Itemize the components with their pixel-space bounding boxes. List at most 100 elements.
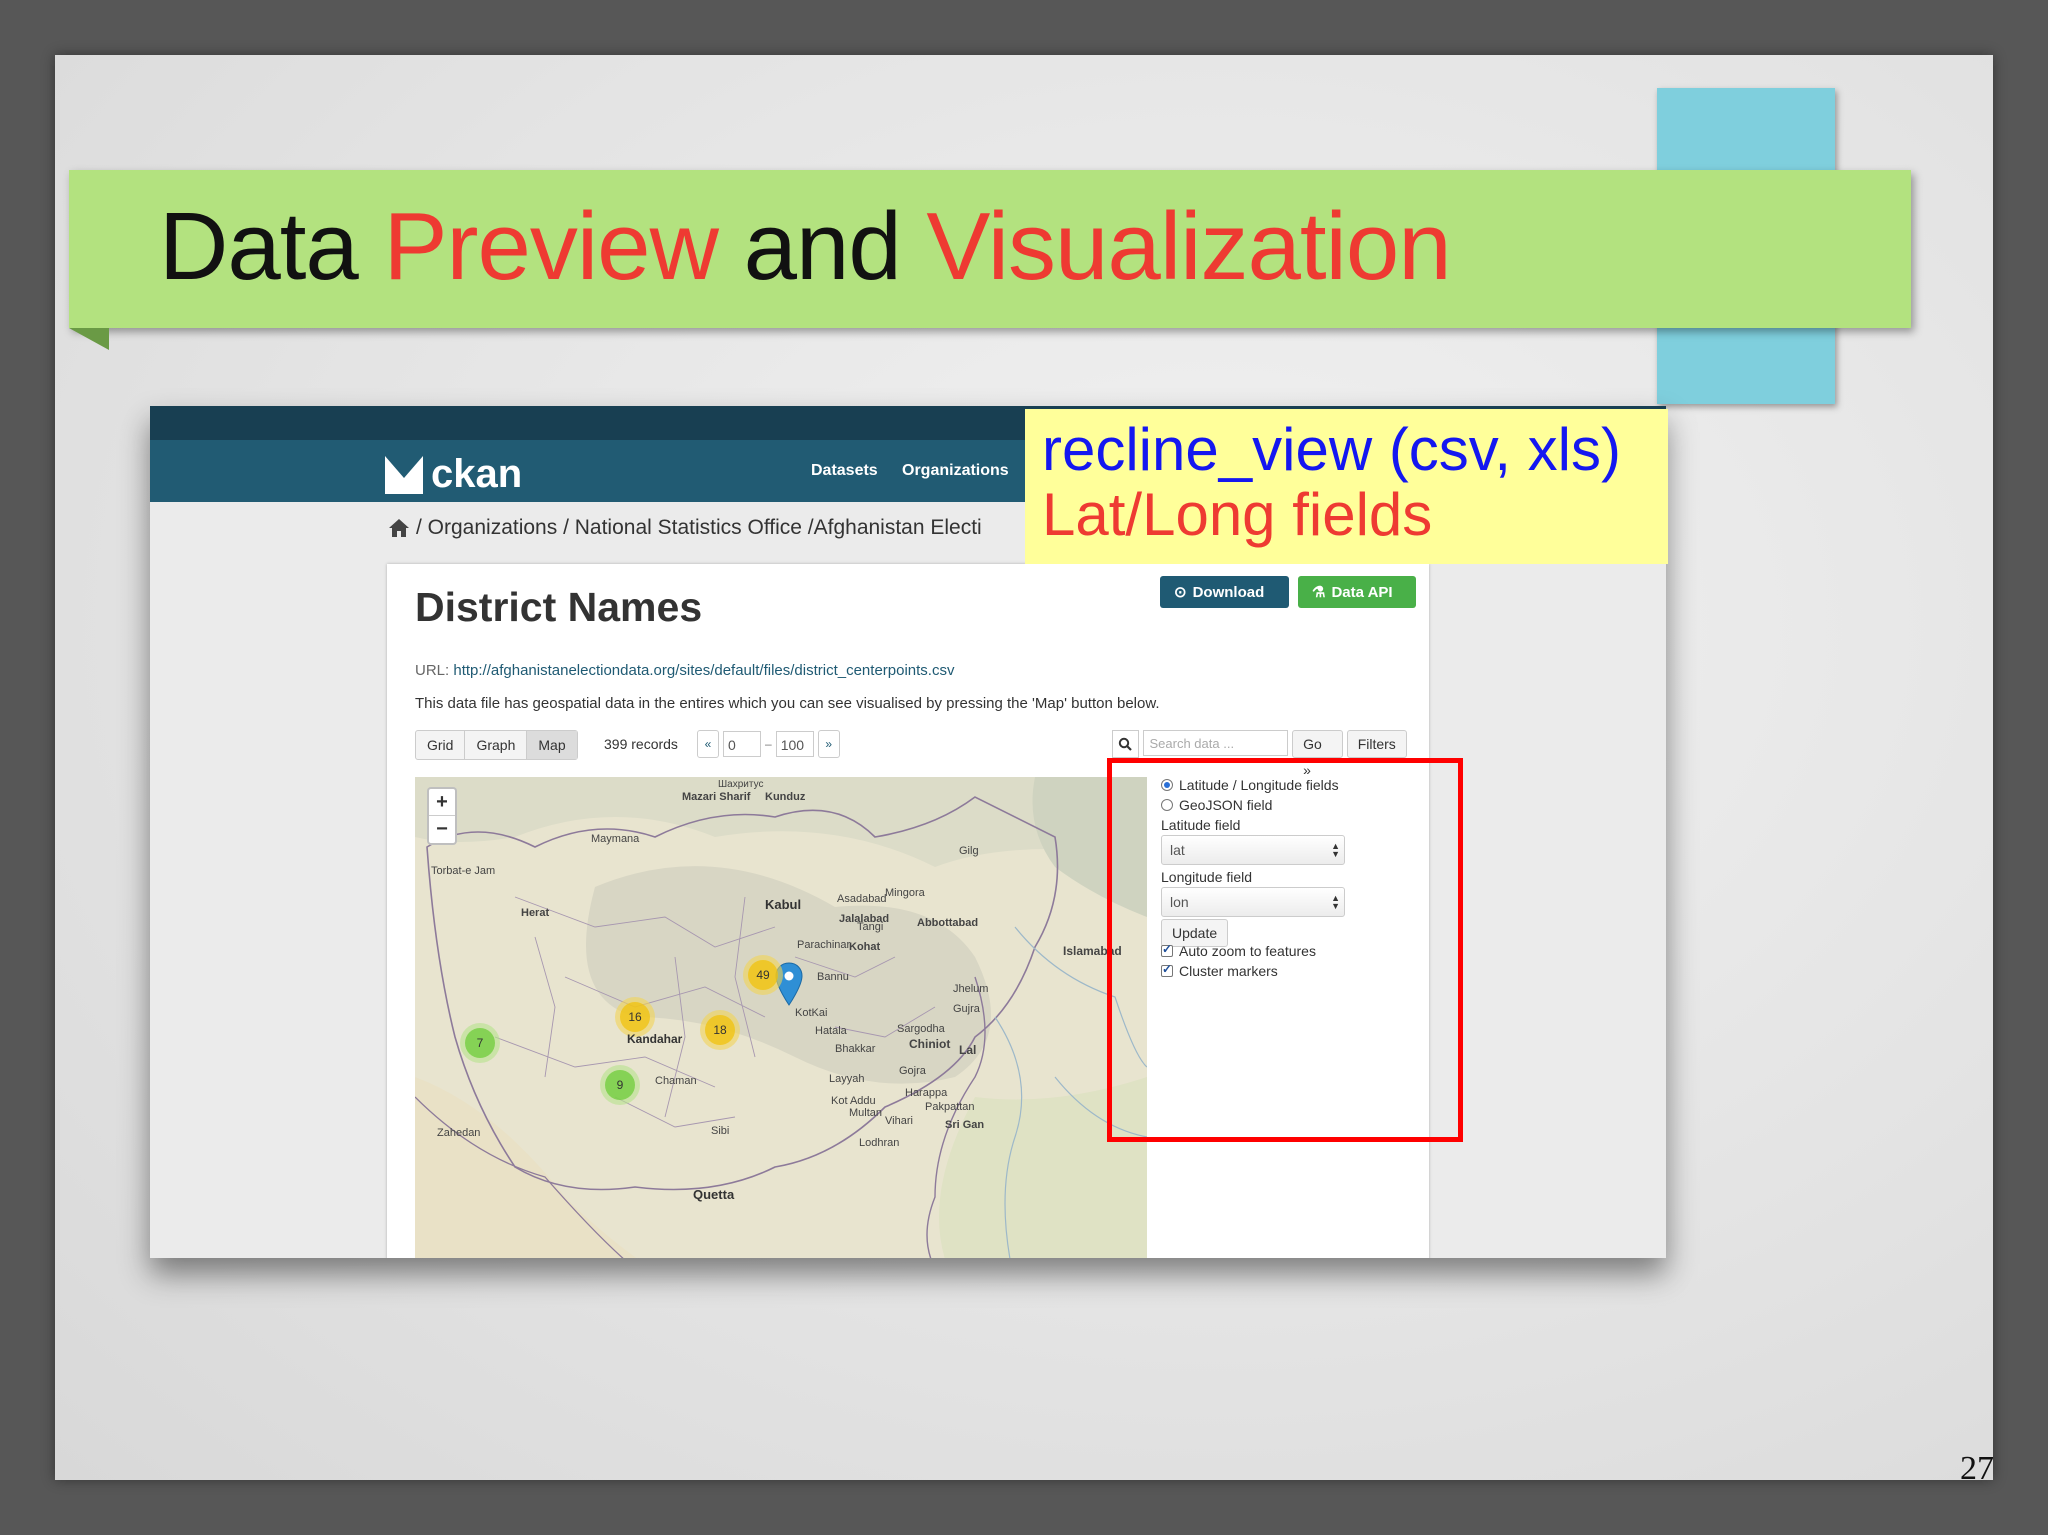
resource-url-link[interactable]: http://afghanistanelectiondata.org/sites… xyxy=(453,662,954,679)
title-word-data: Data xyxy=(159,193,359,300)
title-word-preview: Preview xyxy=(383,193,718,300)
map-cluster-count: 7 xyxy=(465,1028,495,1058)
place-label: Hatala xyxy=(815,1025,847,1037)
download-button[interactable]: ⊙ Download xyxy=(1160,576,1289,608)
map-cluster-count: 49 xyxy=(748,960,778,990)
place-label: Chiniot xyxy=(909,1037,951,1051)
place-label: Herat xyxy=(521,907,550,919)
place-label: Kohat xyxy=(849,941,881,953)
breadcrumb-path[interactable]: / Organizations / National Statistics Of… xyxy=(416,516,982,540)
view-map-button[interactable]: Map xyxy=(527,731,577,759)
record-count: 399 records xyxy=(604,736,678,752)
nav-datasets[interactable]: Datasets xyxy=(811,462,878,480)
place-label: Zahedan xyxy=(437,1127,481,1139)
annotation-note: recline_view (csv, xls) Lat/Long fields xyxy=(1025,409,1668,564)
ckan-logo-icon xyxy=(385,455,423,494)
map-view[interactable]: + − 49 16 18 7 9 Kabul Quetta Kandahar H… xyxy=(415,777,1147,1258)
place-label: Lodhran xyxy=(859,1137,900,1149)
place-label: Vihari xyxy=(885,1115,913,1127)
breadcrumb: / Organizations / National Statistics Of… xyxy=(388,516,982,540)
place-label: Harappa xyxy=(905,1087,948,1099)
place-label: Quetta xyxy=(693,1187,735,1202)
map-terrain xyxy=(415,777,1147,1258)
place-label: Asadabad xyxy=(837,893,887,905)
search-group: Search data ... Go » Filters xyxy=(1112,730,1407,778)
map-cluster-count: 16 xyxy=(620,1002,650,1032)
place-label: Mazari Sharif xyxy=(682,791,751,803)
pager: « 0 – 100 » xyxy=(697,730,840,758)
search-icon xyxy=(1112,730,1139,758)
place-label: Kunduz xyxy=(765,791,806,803)
place-label: Pakpattan xyxy=(925,1101,975,1113)
place-label: Mingora xyxy=(885,887,925,899)
view-switcher: Grid Graph Map xyxy=(415,730,578,760)
ckan-logo[interactable]: ckan xyxy=(385,452,522,497)
place-label: Parachinar xyxy=(797,939,851,951)
resource-description: This data file has geospatial data in th… xyxy=(415,695,1160,712)
zoom-out-button[interactable]: − xyxy=(429,816,455,842)
title-word-and: and xyxy=(743,193,902,300)
place-label: Tangi xyxy=(857,921,884,933)
pager-next-button[interactable]: » xyxy=(817,730,840,758)
place-label: Gojra xyxy=(899,1065,926,1077)
data-api-label: Data API xyxy=(1331,583,1393,601)
place-label: Sargodha xyxy=(897,1023,945,1035)
place-label: KotKai xyxy=(795,1007,828,1019)
view-grid-button[interactable]: Grid xyxy=(416,731,466,759)
url-label: URL: xyxy=(415,662,450,679)
slide-title: Data Preview and Visualization xyxy=(159,192,1452,302)
place-label: Kabul xyxy=(765,897,802,912)
page-number: 27 xyxy=(1960,1450,1994,1487)
place-label: Layyah xyxy=(829,1073,865,1085)
title-band-fold xyxy=(69,328,109,350)
place-label: Шахритус xyxy=(718,779,764,790)
map-zoom-control: + − xyxy=(427,787,457,845)
place-label: Bhakkar xyxy=(835,1043,876,1055)
map-cluster[interactable]: 18 xyxy=(700,1010,740,1050)
place-label: Chaman xyxy=(655,1075,697,1087)
nav-organizations[interactable]: Organizations xyxy=(902,462,1009,480)
download-label: Download xyxy=(1192,583,1265,601)
download-icon: ⊙ xyxy=(1174,584,1187,601)
place-label: Torbat-e Jam xyxy=(431,865,496,877)
map-cluster[interactable]: 9 xyxy=(600,1065,640,1105)
place-label: Multan xyxy=(849,1107,883,1119)
pager-to-input[interactable]: 100 xyxy=(775,731,814,757)
title-band: Data Preview and Visualization xyxy=(69,170,1911,350)
place-label: Kandahar xyxy=(627,1032,683,1046)
place-label: Sibi xyxy=(711,1125,730,1137)
place-label: Kot Addu xyxy=(831,1095,876,1107)
pager-prev-button[interactable]: « xyxy=(697,730,719,758)
resource-url-line: URL: http://afghanistanelectiondata.org/… xyxy=(415,662,954,679)
pager-dash: – xyxy=(765,737,772,751)
home-icon[interactable] xyxy=(388,518,410,538)
place-label: Gilg xyxy=(959,845,979,857)
ckan-logo-text: ckan xyxy=(431,452,523,496)
recline-toolbar: Grid Graph Map 399 records « 0 – 100 » S… xyxy=(415,730,1407,778)
map-cluster-count: 18 xyxy=(705,1015,735,1045)
zoom-in-button[interactable]: + xyxy=(429,789,455,816)
search-go-button[interactable]: Go » xyxy=(1292,730,1343,778)
resource-title: District Names xyxy=(415,584,703,630)
data-api-button[interactable]: ⚗ Data API xyxy=(1298,576,1416,608)
flask-icon: ⚗ xyxy=(1312,584,1326,601)
place-label: Sri Gan xyxy=(945,1119,985,1131)
title-word-visualization: Visualization xyxy=(926,193,1451,300)
filters-button[interactable]: Filters xyxy=(1346,730,1407,758)
place-label: Abbottabad xyxy=(917,917,979,929)
place-label: Gujra xyxy=(953,1003,980,1015)
note-line-1: recline_view (csv, xls) xyxy=(1042,416,1621,483)
place-label: Maymana xyxy=(591,833,640,845)
search-input[interactable]: Search data ... xyxy=(1142,730,1289,756)
map-cluster[interactable]: 16 xyxy=(615,997,655,1037)
highlight-box xyxy=(1107,758,1463,1142)
pager-from-input[interactable]: 0 xyxy=(723,731,761,757)
note-line-2: Lat/Long fields xyxy=(1042,481,1433,548)
place-label: Lal xyxy=(959,1043,977,1057)
place-label: Jhelum xyxy=(953,983,989,995)
place-label: Bannu xyxy=(817,971,849,983)
view-graph-button[interactable]: Graph xyxy=(465,731,528,759)
map-cluster-count: 9 xyxy=(605,1070,635,1100)
map-cluster[interactable]: 49 xyxy=(743,955,783,995)
map-cluster[interactable]: 7 xyxy=(460,1023,500,1063)
